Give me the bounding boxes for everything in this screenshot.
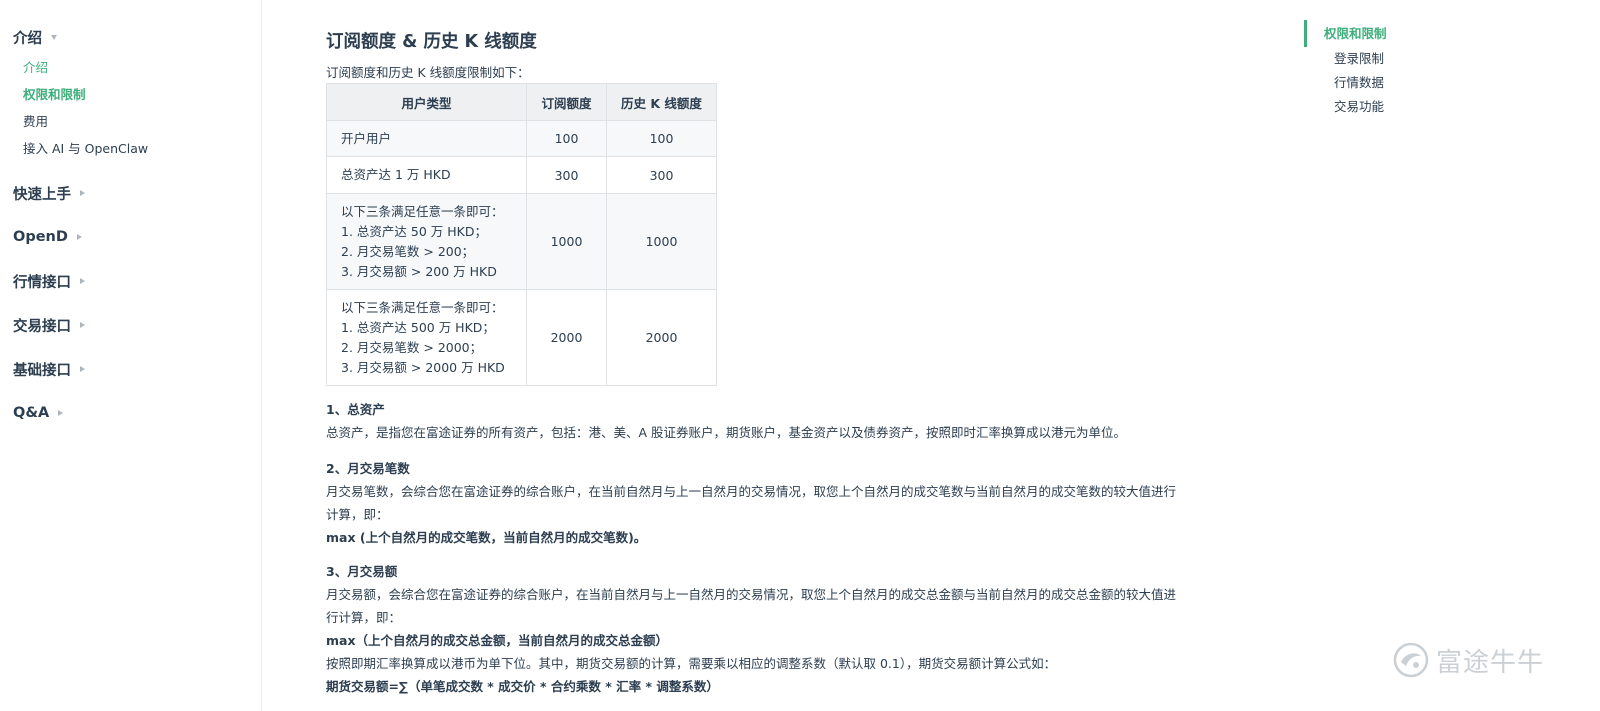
sidebar-intro-items: 介绍 权限和限制 费用 接入 AI 与 OpenClaw	[0, 54, 261, 162]
table-cell-kline: 100	[606, 120, 717, 157]
intro-paragraph: 订阅额度和历史 K 线额度限制如下：	[326, 64, 530, 80]
section-title: 3、月交易额	[326, 564, 398, 579]
table-cell-subscription: 2000	[526, 289, 607, 386]
monthly-trade-count-section: 2、月交易笔数 月交易笔数，会综合您在富途证券的综合账户，在当前自然月与上一自然…	[326, 457, 1176, 549]
table-cell-user-type: 开户用户	[326, 120, 527, 157]
sidebar-item-intro[interactable]: 介绍	[0, 54, 261, 81]
chevron-right-icon	[80, 278, 85, 284]
table-cell-subscription: 300	[526, 156, 607, 194]
sidebar-group-label: 快速上手	[13, 186, 71, 203]
table-cell-kline: 1000	[606, 193, 717, 290]
sidebar-group-opend[interactable]: OpenD	[0, 226, 261, 248]
cell-line: 以下三条满足任意一条即可：	[341, 203, 504, 219]
table-cell-subscription: 100	[526, 120, 607, 157]
toc-item-login-limits[interactable]: 登录限制	[1304, 47, 1504, 71]
watermark: 富途牛牛	[1392, 641, 1544, 679]
cell-line: 1. 总资产达 500 万 HKD；	[341, 319, 495, 335]
chevron-right-icon	[58, 410, 64, 416]
page-toc: 权限和限制 登录限制 行情数据 交易功能	[1304, 20, 1504, 119]
sidebar-group-label: OpenD	[13, 229, 68, 245]
section-body: 行计算，即：	[326, 610, 402, 625]
sidebar-group-quickstart[interactable]: 快速上手	[0, 182, 261, 204]
chevron-right-icon	[80, 322, 85, 328]
sidebar-item-permissions[interactable]: 权限和限制	[0, 81, 261, 108]
sidebar-group-label: 交易接口	[13, 318, 71, 335]
table-header-kline: 历史 K 线额度	[606, 83, 717, 121]
table-cell-kline: 2000	[606, 289, 717, 386]
watermark-text: 富途牛牛	[1436, 647, 1545, 678]
table-row: 以下三条满足任意一条即可： 1. 总资产达 500 万 HKD； 2. 月交易笔…	[326, 289, 717, 386]
sidebar-group-label: 基础接口	[13, 362, 71, 379]
cell-line: 2. 月交易笔数 > 2000；	[341, 339, 483, 355]
quota-table: 用户类型 订阅额度 历史 K 线额度 开户用户 100 100 总资产达 1 万…	[326, 83, 717, 386]
sidebar-group-quote-api[interactable]: 行情接口	[0, 270, 261, 292]
sidebar-item-fees[interactable]: 费用	[0, 108, 261, 135]
sidebar: 介绍 介绍 权限和限制 费用 接入 AI 与 OpenClaw 快速上手 Ope…	[0, 0, 262, 711]
sidebar-group-trade-api[interactable]: 交易接口	[0, 314, 261, 336]
cell-line: 3. 月交易额 > 200 万 HKD	[341, 263, 497, 279]
table-row: 以下三条满足任意一条即可： 1. 总资产达 50 万 HKD； 2. 月交易笔数…	[326, 193, 717, 290]
sidebar-group-base-api[interactable]: 基础接口	[0, 358, 261, 380]
cell-line: 以下三条满足任意一条即可：	[341, 299, 504, 315]
section-formula: max（上个自然月的成交总金额，当前自然月的成交总金额）	[326, 633, 669, 648]
cell-line: 总资产达 1 万 HKD	[341, 167, 451, 182]
toc-item-trading[interactable]: 交易功能	[1304, 95, 1504, 119]
table-row: 总资产达 1 万 HKD 300 300	[326, 156, 717, 194]
table-header-row: 用户类型 订阅额度 历史 K 线额度	[326, 83, 717, 121]
chevron-right-icon	[80, 366, 85, 372]
chevron-down-icon	[51, 34, 57, 40]
sidebar-group-label: 行情接口	[13, 274, 71, 291]
sidebar-item-ai-openclaw[interactable]: 接入 AI 与 OpenClaw	[0, 135, 261, 162]
table-cell-user-type: 总资产达 1 万 HKD	[326, 156, 527, 194]
section-body: 月交易额，会综合您在富途证券的综合账户，在当前自然月与上一自然月的交易情况，取您…	[326, 587, 1177, 602]
table-cell-user-type: 以下三条满足任意一条即可： 1. 总资产达 50 万 HKD； 2. 月交易笔数…	[326, 193, 527, 290]
section-formula: 期货交易额=∑（单笔成交数 * 成交价 * 合约乘数 * 汇率 * 调整系数）	[326, 679, 719, 694]
sidebar-group-qa[interactable]: Q&A	[0, 402, 261, 424]
table-cell-subscription: 1000	[526, 193, 607, 290]
section-body: 月交易笔数，会综合您在富途证券的综合账户，在当前自然月与上一自然月的交易情况，取…	[326, 484, 1177, 499]
section-title: 2、月交易笔数	[326, 461, 410, 476]
table-header-user-type: 用户类型	[326, 83, 527, 121]
table-row: 开户用户 100 100	[326, 120, 717, 157]
section-heading: 订阅额度 & 历史 K 线额度	[326, 31, 537, 52]
table-cell-user-type: 以下三条满足任意一条即可： 1. 总资产达 500 万 HKD； 2. 月交易笔…	[326, 289, 527, 386]
sidebar-group-label: 介绍	[13, 30, 42, 47]
sidebar-group-label: Q&A	[13, 405, 50, 421]
table-cell-kline: 300	[606, 156, 717, 194]
toc-active-indicator	[1304, 20, 1307, 47]
toc-item-permissions[interactable]: 权限和限制	[1304, 20, 1504, 47]
monthly-trade-amount-section: 3、月交易额 月交易额，会综合您在富途证券的综合账户，在当前自然月与上一自然月的…	[326, 560, 1176, 698]
section-formula: max (上个自然月的成交笔数，当前自然月的成交笔数)。	[326, 530, 647, 545]
futu-logo-icon	[1393, 642, 1429, 678]
cell-line: 2. 月交易笔数 > 200；	[341, 243, 475, 259]
total-assets-section: 1、总资产 总资产，是指您在富途证券的所有资产，包括：港、美、A 股证券账户，期…	[326, 398, 1126, 444]
cell-line: 1. 总资产达 50 万 HKD；	[341, 223, 487, 239]
section-body: 总资产，是指您在富途证券的所有资产，包括：港、美、A 股证券账户，期货账户，基金…	[326, 425, 1127, 440]
chevron-right-icon	[76, 234, 82, 240]
toc-item-market-data[interactable]: 行情数据	[1304, 71, 1504, 95]
chevron-right-icon	[80, 190, 85, 196]
section-body: 计算，即：	[326, 507, 389, 522]
cell-line: 开户用户	[341, 130, 392, 146]
cell-line: 3. 月交易额 > 2000 万 HKD	[341, 359, 505, 375]
sidebar-group-intro[interactable]: 介绍	[0, 26, 261, 48]
section-title: 1、总资产	[326, 402, 385, 417]
table-header-subscription: 订阅额度	[526, 83, 607, 121]
section-body: 按照即期汇率换算成以港币为单下位。其中，期货交易额的计算，需要乘以相应的调整系数…	[326, 656, 1057, 671]
